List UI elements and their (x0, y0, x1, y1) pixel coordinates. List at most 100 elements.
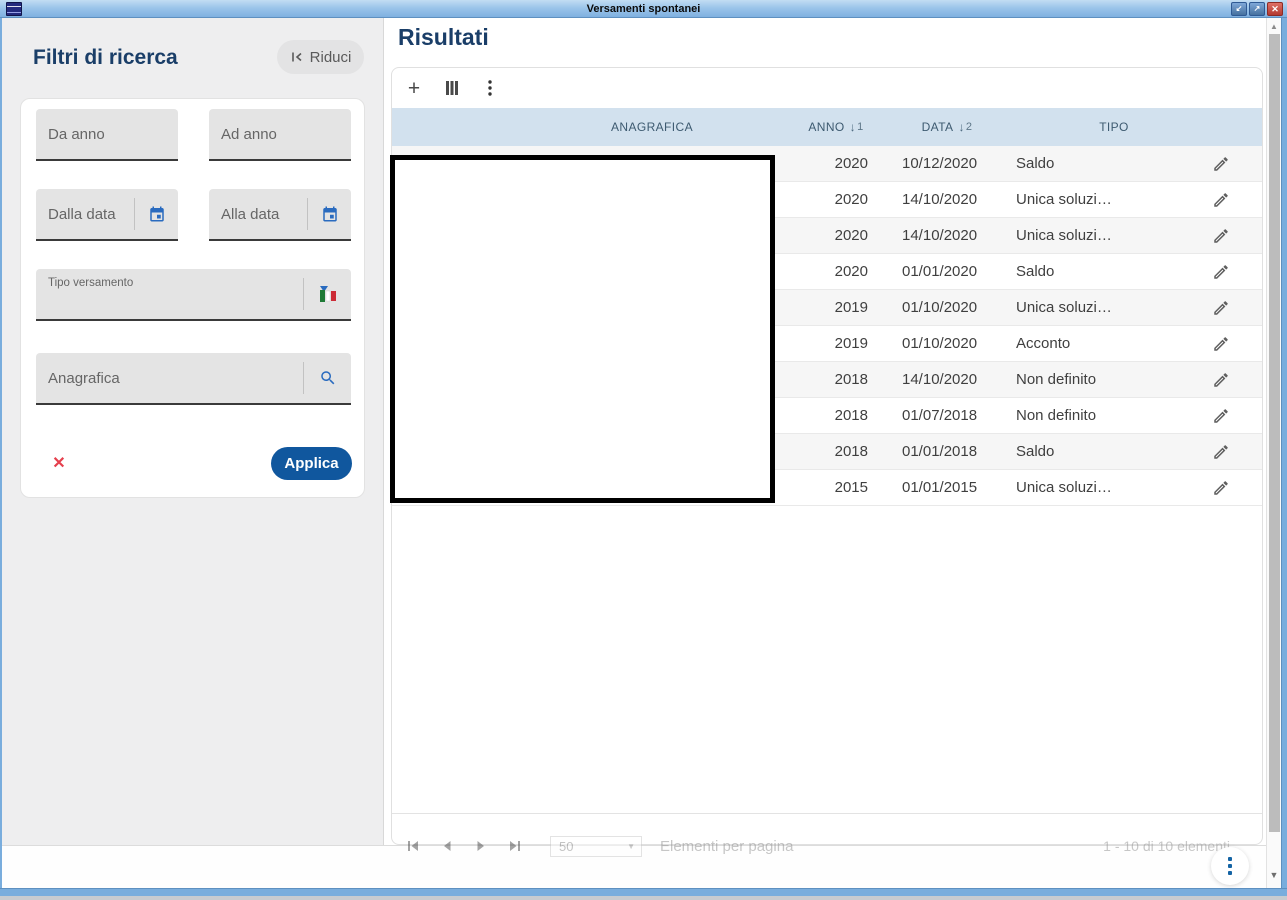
calendar-icon (322, 206, 337, 222)
footer-bar: 50 ▼ Elementi per pagina 1 - 10 di 10 el… (2, 835, 1266, 888)
columns-button[interactable] (440, 76, 464, 100)
columns-icon (446, 81, 458, 95)
page-size-select[interactable]: 50 ▼ (550, 835, 642, 857)
last-page-icon (510, 841, 520, 851)
card-footer-divider (392, 813, 1262, 814)
sort-desc-icon: ↓ (849, 120, 857, 134)
anagrafica-search-button[interactable] (303, 362, 351, 394)
results-title: Risultati (398, 24, 489, 50)
pencil-icon (1214, 480, 1228, 495)
apply-filters-button[interactable]: Applica (271, 447, 352, 480)
tipo-versamento-select-button[interactable] (303, 278, 351, 310)
edit-row-button[interactable] (1208, 367, 1234, 393)
last-page-button[interactable] (508, 839, 522, 853)
anagrafica-field (36, 353, 351, 405)
chevron-down-icon: ▼ (627, 841, 635, 851)
header-actions (1164, 108, 1262, 146)
plus-icon: + (407, 76, 421, 100)
ad-anno-field (209, 109, 351, 161)
pencil-icon (1214, 228, 1228, 243)
pencil-icon (1214, 336, 1228, 351)
pencil-icon (1214, 372, 1228, 387)
maximize-icon: ↗ (1253, 4, 1261, 13)
collapse-label: Riduci (309, 48, 352, 66)
page-size-value: 50 (559, 838, 574, 854)
calendar-icon (149, 206, 164, 222)
filters-sidebar: Filtri di ricerca Riduci Da anno Ad anno… (2, 18, 384, 845)
edit-row-button[interactable] (1208, 187, 1234, 213)
vertical-scrollbar[interactable]: ▲ ▼ (1266, 18, 1281, 888)
first-page-button[interactable] (406, 839, 420, 853)
minimize-button[interactable]: ↙ (1231, 2, 1247, 16)
pencil-icon (1214, 444, 1228, 459)
pencil-icon (1214, 408, 1228, 423)
clear-filters-button[interactable]: ✕ (47, 451, 71, 475)
app-icon (6, 2, 22, 16)
items-per-page-label: Elementi per pagina (660, 837, 794, 855)
edit-row-button[interactable] (1208, 403, 1234, 429)
da-anno-input[interactable] (36, 109, 178, 159)
collapse-left-icon (291, 52, 302, 62)
pencil-icon (1214, 264, 1228, 279)
filter-card: Tipo versamento (20, 98, 365, 498)
sort-order-badge: 1 (857, 121, 864, 133)
edit-row-button[interactable] (1208, 331, 1234, 357)
kebab-menu-icon (1228, 857, 1232, 875)
maximize-button[interactable]: ↗ (1249, 2, 1265, 16)
scroll-down-arrow-icon[interactable]: ▼ (1267, 870, 1281, 880)
edit-row-button[interactable] (1208, 475, 1234, 501)
first-page-icon (408, 841, 418, 851)
alla-data-field (209, 189, 351, 241)
dalla-data-calendar-button[interactable] (134, 198, 178, 230)
previous-page-button[interactable] (440, 839, 454, 853)
header-anagrafica[interactable]: ANAGRAFICA (392, 108, 792, 146)
window-frame-right (1281, 18, 1287, 888)
add-row-button[interactable]: + (402, 76, 426, 100)
da-anno-field (36, 109, 178, 161)
window-content: Filtri di ricerca Riduci Da anno Ad anno… (2, 18, 1281, 888)
close-icon: ✕ (1271, 3, 1279, 14)
table-header-row: ANAGRAFICA ANNO ↓ 1 DATA ↓ 2 TIPO (392, 108, 1262, 146)
italy-flag-dropdown-icon (319, 286, 336, 302)
results-toolbar: + (392, 68, 502, 108)
more-actions-fab[interactable] (1211, 847, 1249, 885)
pagination-range-label: 1 - 10 di 10 elementi (1103, 838, 1230, 854)
filters-title: Filtri di ricerca (33, 46, 178, 69)
close-button[interactable]: ✕ (1267, 2, 1283, 16)
alla-data-calendar-button[interactable] (307, 198, 351, 230)
next-page-icon (477, 841, 484, 851)
window-title: Versamenti spontanei (586, 2, 701, 15)
minimize-icon: ↙ (1235, 4, 1243, 13)
app-window: Versamenti spontanei ↙ ↗ ✕ Filtri di ric… (0, 0, 1287, 896)
header-data[interactable]: DATA ↓ 2 (880, 108, 1014, 146)
clear-icon: ✕ (52, 455, 66, 472)
tipo-versamento-label: Tipo versamento (48, 277, 134, 289)
sort-order-badge: 2 (965, 121, 973, 133)
redaction-overlay (390, 155, 775, 503)
pencil-icon (1214, 300, 1228, 315)
results-panel: Risultati + ANAGRAFICA ANNO ↓ 1 DATA ↓ 2… (385, 18, 1266, 845)
header-tipo[interactable]: TIPO (1014, 108, 1164, 146)
edit-row-button[interactable] (1208, 439, 1234, 465)
sort-desc-icon: ↓ (958, 120, 965, 134)
next-page-button[interactable] (474, 839, 488, 853)
edit-row-button[interactable] (1208, 295, 1234, 321)
tipo-versamento-field[interactable]: Tipo versamento (36, 269, 351, 321)
header-anno[interactable]: ANNO ↓ 1 (792, 108, 880, 146)
previous-page-icon (444, 841, 451, 851)
window-titlebar[interactable]: Versamenti spontanei ↙ ↗ ✕ (0, 0, 1287, 18)
pencil-icon (1214, 156, 1228, 171)
edit-row-button[interactable] (1208, 151, 1234, 177)
dalla-data-field (36, 189, 178, 241)
table-menu-button[interactable] (478, 76, 502, 100)
kebab-menu-icon (488, 80, 492, 96)
scrollbar-thumb[interactable] (1269, 34, 1280, 832)
window-frame-bottom (0, 888, 1287, 896)
ad-anno-input[interactable] (209, 109, 351, 159)
edit-row-button[interactable] (1208, 259, 1234, 285)
pencil-icon (1214, 192, 1228, 207)
scroll-up-arrow-icon[interactable]: ▲ (1267, 22, 1281, 31)
edit-row-button[interactable] (1208, 223, 1234, 249)
collapse-filters-button[interactable]: Riduci (277, 40, 364, 74)
search-icon (320, 371, 334, 385)
